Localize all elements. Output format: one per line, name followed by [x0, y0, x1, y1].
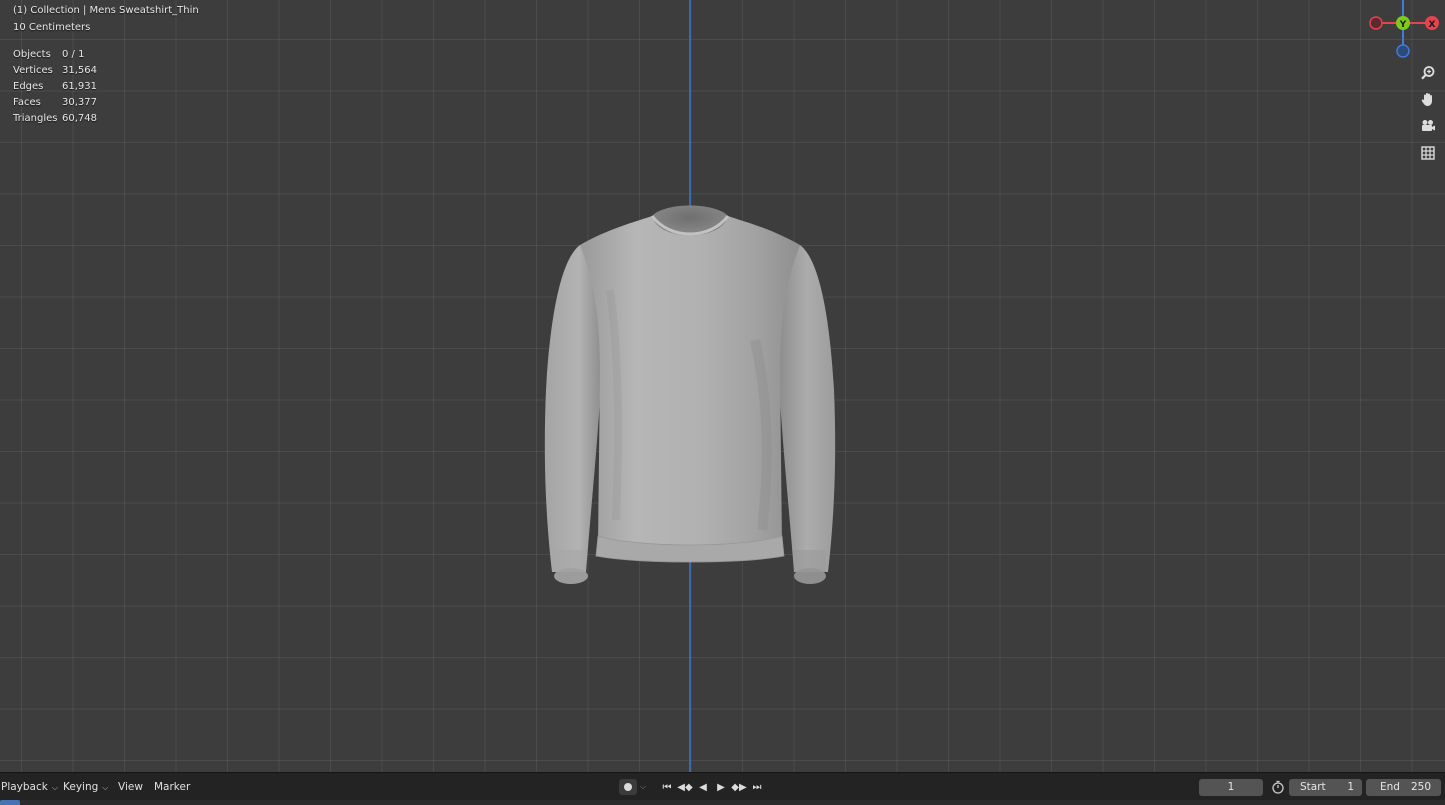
gizmo-neg-x-handle[interactable]: [1369, 16, 1383, 30]
playback-menu[interactable]: Playback ⌵: [1, 779, 58, 795]
play-icon: ▶: [717, 781, 725, 793]
jump-prev-keyframe-button[interactable]: ◀◆: [676, 779, 694, 795]
stat-label: Objects: [13, 49, 51, 60]
stat-label: Vertices: [13, 65, 53, 76]
playback-menu-label: Playback: [1, 781, 48, 793]
hand-pan-icon: [1421, 93, 1432, 106]
playback-controls: ⏮ ◀◆ ◀ ▶ ◆▶ ⏭: [658, 779, 766, 795]
start-frame-field[interactable]: Start 1: [1289, 779, 1362, 796]
gizmo-neg-z-handle[interactable]: [1396, 44, 1410, 58]
jump-end-icon: ⏭: [752, 781, 762, 793]
orthographic-toggle-button[interactable]: [1415, 141, 1441, 165]
stat-value: 60,748: [62, 113, 97, 124]
view-menu[interactable]: View: [118, 779, 143, 795]
jump-to-start-button[interactable]: ⏮: [658, 779, 676, 795]
current-frame-field[interactable]: 1: [1199, 779, 1263, 796]
sweatshirt-model[interactable]: [540, 200, 840, 592]
stat-value: 31,564: [62, 65, 97, 76]
record-icon: [624, 783, 632, 791]
use-preview-range-button[interactable]: [1269, 779, 1287, 795]
camera-view-button[interactable]: [1415, 114, 1441, 138]
chevron-down-icon: ⌵: [639, 782, 647, 791]
frame-ruler[interactable]: [0, 800, 1445, 805]
stat-label: Triangles: [13, 113, 58, 124]
end-frame-label: End: [1380, 781, 1400, 793]
play-reverse-button[interactable]: ◀: [694, 779, 712, 795]
keying-menu[interactable]: Keying ⌵: [63, 779, 108, 795]
stat-label: Faces: [13, 97, 41, 108]
3d-viewport[interactable]: (1) Collection | Mens Sweatshirt_Thin 10…: [0, 0, 1445, 772]
gizmo-x-label: X: [1429, 20, 1436, 30]
jump-start-icon: ⏮: [662, 781, 672, 793]
jump-to-end-button[interactable]: ⏭: [748, 779, 766, 795]
auto-keying-button[interactable]: [619, 779, 637, 795]
view-menu-label: View: [118, 781, 143, 793]
chevron-down-icon: ⌵: [102, 783, 109, 792]
stopwatch-icon: [1272, 780, 1284, 794]
auto-keying-control[interactable]: ⌵: [619, 779, 649, 795]
viewport-header-title: (1) Collection | Mens Sweatshirt_Thin: [13, 5, 199, 16]
navigation-gizmo[interactable]: Y X: [1362, 0, 1445, 64]
pan-button[interactable]: [1415, 87, 1441, 111]
timeline-header: Playback ⌵ Keying ⌵ View Marker ⌵ ⏮ ◀◆ ◀ ▶…: [0, 775, 1445, 799]
stat-row-triangles: Triangles 60,748: [13, 112, 97, 128]
next-keyframe-icon: ◆▶: [731, 781, 747, 793]
zoom-icon: [1421, 66, 1435, 80]
start-frame-value: 1: [1347, 781, 1354, 793]
stat-value: 0 / 1: [62, 49, 85, 60]
start-frame-label: Start: [1300, 781, 1326, 793]
marker-menu-label: Marker: [154, 781, 191, 793]
stat-row-objects: Objects 0 / 1: [13, 48, 97, 64]
play-reverse-icon: ◀: [699, 781, 707, 793]
keying-options-dropdown[interactable]: ⌵: [637, 779, 649, 795]
stat-label: Edges: [13, 81, 44, 92]
stat-value: 30,377: [62, 97, 97, 108]
stat-row-faces: Faces 30,377: [13, 96, 97, 112]
chevron-down-icon: ⌵: [51, 783, 58, 792]
play-button[interactable]: ▶: [712, 779, 730, 795]
stat-row-vertices: Vertices 31,564: [13, 64, 97, 80]
current-frame-indicator[interactable]: [0, 800, 20, 805]
grid-view-icon: [1421, 146, 1435, 160]
jump-next-keyframe-button[interactable]: ◆▶: [730, 779, 748, 795]
prev-keyframe-icon: ◀◆: [677, 781, 693, 793]
marker-menu[interactable]: Marker: [154, 779, 190, 795]
grid-scale-label: 10 Centimeters: [13, 22, 91, 33]
camera-icon: [1422, 120, 1435, 131]
keying-menu-label: Keying: [63, 781, 99, 793]
scene-statistics: Objects 0 / 1 Vertices 31,564 Edges 61,9…: [13, 48, 97, 128]
timeline-editor[interactable]: Playback ⌵ Keying ⌵ View Marker ⌵ ⏮ ◀◆ ◀ ▶…: [0, 772, 1445, 805]
end-frame-value: 250: [1410, 781, 1431, 793]
stat-value: 61,931: [62, 81, 97, 92]
gizmo-y-label: Y: [1399, 20, 1407, 30]
end-frame-field[interactable]: End 250: [1366, 779, 1441, 796]
stat-row-edges: Edges 61,931: [13, 80, 97, 96]
zoom-button[interactable]: [1415, 61, 1441, 85]
current-frame-value: 1: [1227, 781, 1235, 793]
